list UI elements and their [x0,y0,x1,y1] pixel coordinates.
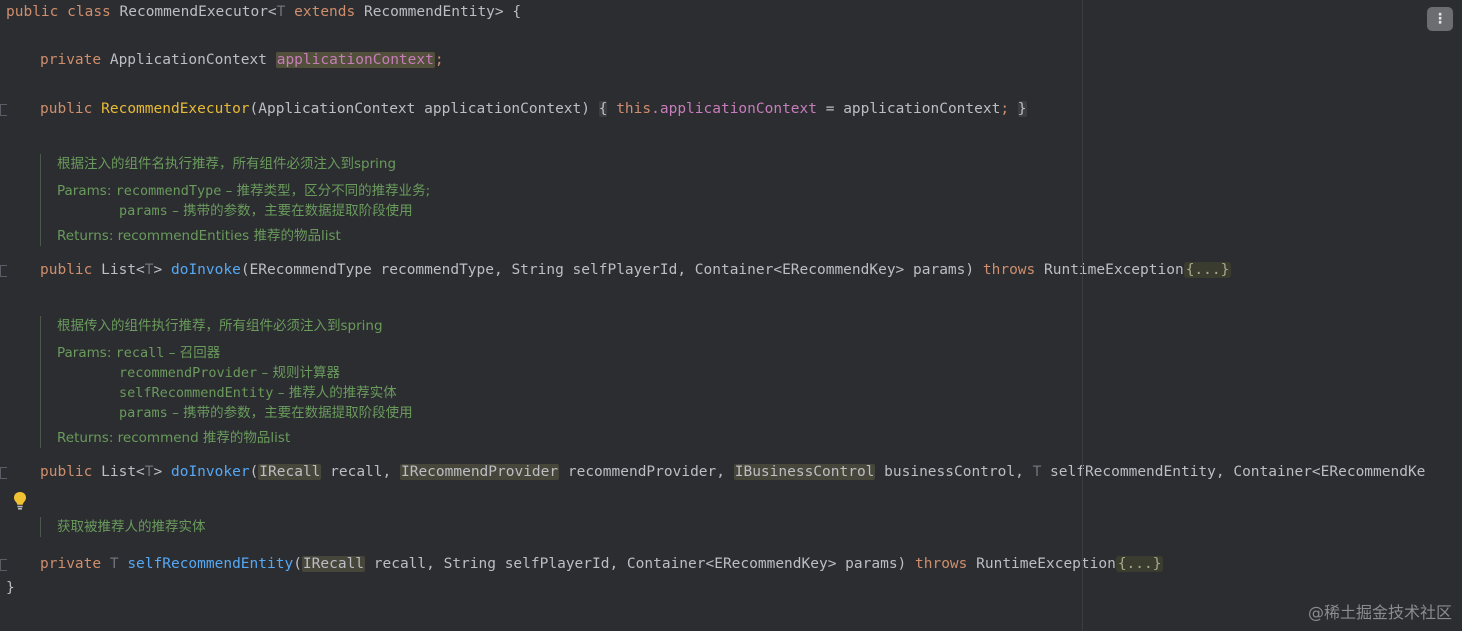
param: businessControl, [875,464,1033,480]
exception-type: RuntimeException [976,556,1116,572]
type-parameter: T [109,556,119,572]
keyword: class [67,4,111,20]
doc-param-name: recall [115,345,165,361]
return-type: List< [101,262,145,278]
keyword: extends [294,4,356,20]
fold-marker[interactable] [0,559,7,571]
lightbulb-icon[interactable] [12,491,28,511]
doc-param-row: recommendProvider – 规则计算器 [57,363,413,383]
param-type-highlighted[interactable]: IRecommendProvider [399,464,560,480]
more-vertical-icon: ⋮ [1433,11,1447,27]
keyword: public [40,101,93,117]
folded-body[interactable]: {...} [1183,262,1232,278]
open-brace: { [598,101,608,117]
method-name: selfRecommendEntity [127,556,294,572]
method-params: recall, String selfPlayerId, Container<E… [365,556,907,572]
fold-marker[interactable] [0,467,7,479]
class-declaration[interactable]: public class RecommendExecutor<T extends… [6,0,521,24]
method-selfrecommendentity[interactable]: private T selfRecommendEntity(IRecall re… [40,552,1164,576]
doc-param-name: recommendType [115,183,222,199]
doc-param-desc: – 召回器 [164,345,221,361]
semicolon: ; [1000,101,1010,117]
doc-param-row: Params: recall – 召回器 [57,343,413,363]
javadoc-doinvoker: 根据传入的组件执行推荐，所有组件必须注入到spring Params: reca… [40,316,413,448]
type-parameter: T [276,4,286,20]
field-declaration[interactable]: private ApplicationContext applicationCo… [40,48,444,72]
fold-marker[interactable] [0,265,7,277]
watermark: @稀土掘金技术社区 [1307,603,1452,622]
constructor-declaration[interactable]: public RecommendExecutor(ApplicationCont… [40,97,1027,121]
param: selfRecommendEntity, Container<ERecommen… [1041,464,1426,480]
javadoc-selfrecommendentity: 获取被推荐人的推荐实体 [40,517,206,537]
doc-param-desc: – 推荐类型，区分不同的推荐业务; [221,183,431,199]
param: recommendProvider, [559,464,734,480]
doc-param-desc: – 携带的参数，主要在数据提取阶段使用 [167,203,413,219]
right-margin-guide [1082,0,1083,631]
param-type-highlighted[interactable]: IRecall [258,464,322,480]
keyword: throws [915,556,968,572]
param-type-highlighted[interactable]: IBusinessControl [733,464,876,480]
semicolon: ; [434,52,444,68]
doc-summary: 根据注入的组件名执行推荐，所有组件必须注入到spring [57,156,397,172]
keyword: public [6,4,59,20]
fold-marker[interactable] [0,104,7,116]
doc-param-name: recommendProvider [119,365,258,381]
keyword: throws [982,262,1036,278]
class-extends-type: RecommendEntity> { [363,4,522,20]
type-parameter: T [1032,464,1042,480]
method-params: (ERecommendType recommendType, String se… [240,262,975,278]
type-parameter: T [144,262,154,278]
field-ref: .applicationContext [651,101,817,117]
doc-param-name: selfRecommendEntity [119,385,274,401]
field-type: ApplicationContext [109,52,267,68]
doc-param-row: params – 携带的参数，主要在数据提取阶段使用 [57,201,430,221]
param-type-highlighted[interactable]: IRecall [301,556,366,572]
code-editor[interactable]: public class RecommendExecutor<T extends… [0,0,1462,631]
assignment: = applicationContext [817,101,1001,117]
open-paren: ( [293,556,302,572]
doc-returns: Returns: recommendEntities 推荐的物品list [57,228,341,244]
class-close-brace: } [6,576,15,600]
doc-param-name: params [119,203,168,219]
javadoc-doinvoke: 根据注入的组件名执行推荐，所有组件必须注入到spring Params: rec… [40,154,430,246]
doc-param-desc: – 规则计算器 [257,365,341,381]
folded-body[interactable]: {...} [1115,556,1164,572]
param: recall, [321,464,400,480]
doc-param-row: Params: recommendType – 推荐类型，区分不同的推荐业务; [57,181,430,201]
close-brace: } [1017,101,1027,117]
keyword: private [40,556,102,572]
doc-summary: 获取被推荐人的推荐实体 [57,519,206,535]
class-name: RecommendExecutor< [119,4,277,20]
constructor-params: (ApplicationContext applicationContext) [249,101,590,117]
exception-type: RuntimeException [1044,262,1184,278]
keyword: private [40,52,102,68]
doc-summary: 根据传入的组件执行推荐，所有组件必须注入到spring [57,318,383,334]
method-doinvoker[interactable]: public List<T> doInvoker(IRecall recall,… [40,460,1425,484]
return-type-close: > [153,262,163,278]
method-doinvoke[interactable]: public List<T> doInvoke(ERecommendType r… [40,258,1232,282]
keyword: public [40,464,93,480]
open-paren: ( [249,464,259,480]
doc-param-name: params [119,405,168,421]
doc-param-desc: – 推荐人的推荐实体 [273,385,397,401]
return-type: List< [101,464,145,480]
method-name: doInvoker [170,464,250,480]
doc-params-label: Params: [57,183,112,199]
return-type-close: > [153,464,163,480]
constructor-name: RecommendExecutor [101,101,250,117]
more-options-button[interactable]: ⋮ [1427,7,1453,31]
doc-param-desc: – 携带的参数，主要在数据提取阶段使用 [167,405,413,421]
field-name[interactable]: applicationContext [275,52,435,68]
doc-returns: Returns: recommend 推荐的物品list [57,430,291,446]
type-parameter: T [144,464,154,480]
doc-params-label: Params: [57,345,112,361]
keyword: public [40,262,93,278]
doc-param-row: params – 携带的参数，主要在数据提取阶段使用 [57,403,413,423]
method-name: doInvoke [170,262,241,278]
doc-param-row: selfRecommendEntity – 推荐人的推荐实体 [57,383,413,403]
close-brace: } [6,580,15,596]
keyword: this [616,101,652,117]
